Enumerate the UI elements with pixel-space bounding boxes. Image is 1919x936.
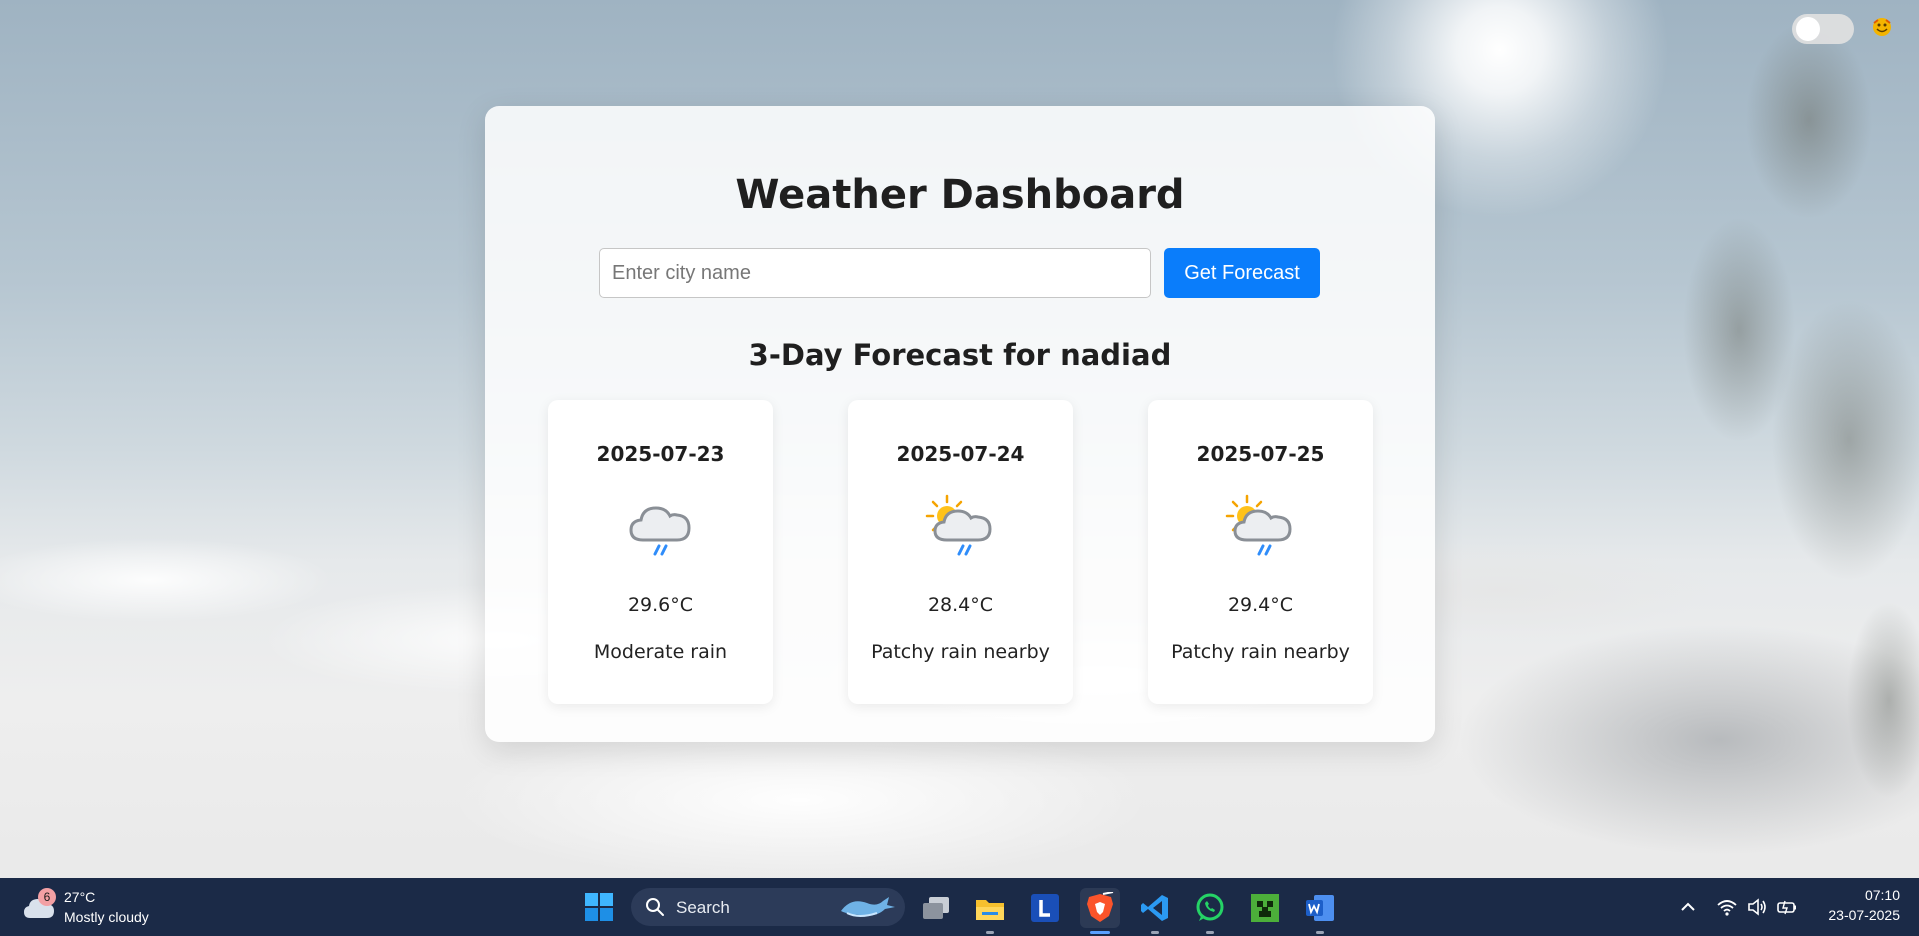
taskbar-search-box[interactable]: Search — [631, 888, 905, 926]
running-indicator — [1151, 931, 1159, 934]
forecast-temp: 28.4°C — [927, 594, 994, 616]
running-indicator — [986, 931, 994, 934]
page-title: Weather Dashboard — [735, 172, 1185, 218]
theme-toggle[interactable] — [1792, 14, 1854, 44]
emoji-icon[interactable] — [1870, 16, 1894, 40]
weather-badge: 6 — [38, 888, 56, 906]
forecast-condition: Patchy rain nearby — [1171, 641, 1350, 663]
l-app-icon[interactable] — [1025, 888, 1065, 928]
forecast-heading: 3-Day Forecast for nadiad — [748, 338, 1172, 372]
active-indicator — [1090, 931, 1110, 934]
taskbar-date[interactable]: 23-07-2025 — [1810, 907, 1900, 923]
taskbar-weather-widget[interactable]: 6 27°C Mostly cloudy — [22, 886, 172, 930]
whale-illustration-icon — [837, 893, 899, 921]
volume-icon[interactable] — [1746, 896, 1768, 918]
rain-cloud-icon — [625, 494, 697, 558]
taskbar-weather-temp: 27°C — [64, 889, 96, 905]
minecraft-icon[interactable] — [1245, 888, 1285, 928]
forecast-card-day-3: 2025-07-25 29.4°C Patchy rain nearby — [1148, 400, 1373, 704]
windows-start-icon[interactable] — [584, 892, 614, 922]
sun-cloud-rain-icon — [925, 494, 997, 558]
desktop-screen: Weather Dashboard Get Forecast 3-Day For… — [0, 0, 1919, 936]
running-indicator — [1316, 931, 1324, 934]
running-indicator — [1206, 931, 1214, 934]
vscode-icon[interactable] — [1135, 888, 1175, 934]
taskbar-search-label: Search — [676, 898, 730, 917]
search-icon — [645, 897, 665, 917]
whatsapp-icon[interactable] — [1190, 888, 1230, 934]
taskbar: 6 27°C Mostly cloudy Search 07:10 23-07-… — [0, 878, 1919, 936]
forecast-card-day-1: 2025-07-23 29.6°C Moderate rain — [548, 400, 773, 704]
forecast-condition: Moderate rain — [593, 641, 728, 663]
sun-cloud-rain-icon — [1225, 494, 1297, 558]
forecast-temp: 29.6°C — [627, 594, 694, 616]
battery-icon[interactable] — [1776, 896, 1798, 918]
forecast-date: 2025-07-23 — [596, 442, 725, 466]
taskbar-weather-condition: Mostly cloudy — [64, 909, 149, 925]
city-search-input[interactable] — [599, 248, 1151, 298]
task-view-icon[interactable] — [916, 888, 956, 928]
weather-card: Weather Dashboard Get Forecast 3-Day For… — [485, 106, 1435, 742]
wifi-icon[interactable] — [1716, 896, 1738, 918]
taskbar-time[interactable]: 07:10 — [1820, 887, 1900, 903]
background-tree — [1559, 0, 1919, 878]
toggle-knob — [1796, 17, 1820, 41]
forecast-date: 2025-07-24 — [896, 442, 1025, 466]
chevron-up-icon[interactable] — [1677, 896, 1699, 918]
word-icon[interactable] — [1300, 888, 1340, 934]
get-forecast-button[interactable]: Get Forecast — [1164, 248, 1320, 298]
forecast-condition: Patchy rain nearby — [871, 641, 1050, 663]
forecast-temp: 29.4°C — [1227, 594, 1294, 616]
file-explorer-icon[interactable] — [970, 888, 1010, 934]
forecast-date: 2025-07-25 — [1196, 442, 1325, 466]
brave-browser-icon[interactable] — [1080, 888, 1120, 934]
forecast-card-day-2: 2025-07-24 28.4°C Patchy rain nearby — [848, 400, 1073, 704]
